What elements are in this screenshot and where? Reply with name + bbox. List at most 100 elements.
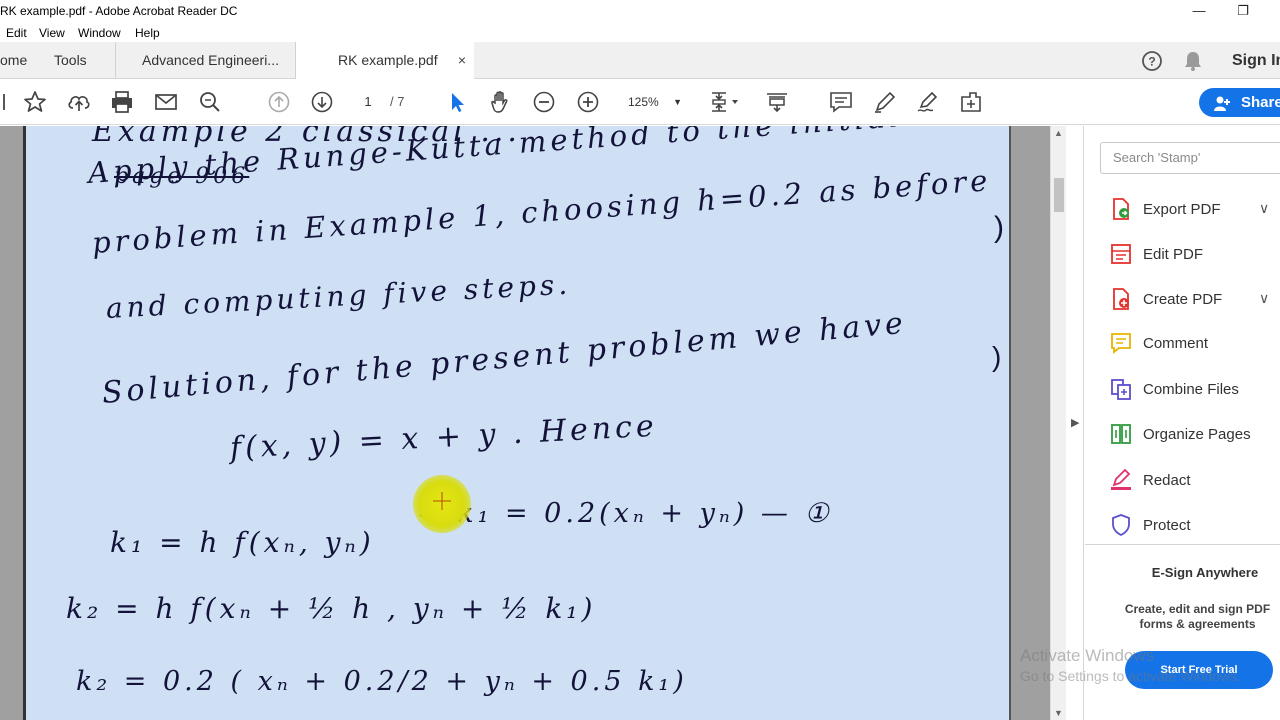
- zoom-out-icon[interactable]: [531, 89, 557, 115]
- window-title: RK example.pdf - Adobe Acrobat Reader DC: [0, 4, 238, 18]
- activation-watermark-subtitle: Go to Settings to activate Windows.: [1020, 668, 1241, 684]
- next-page-icon[interactable]: [309, 89, 335, 115]
- tools-search-input[interactable]: Search 'Stamp': [1100, 142, 1280, 174]
- edit-pdf-icon: [1109, 242, 1133, 266]
- sign-pen-icon[interactable]: [915, 89, 941, 115]
- scrollbar-thumb[interactable]: [1054, 178, 1064, 212]
- tab-doc1-label: Advanced Engineeri...: [142, 52, 279, 68]
- handwritten-line: k₁ = h f(xₙ, yₙ): [110, 526, 375, 559]
- email-icon[interactable]: [153, 89, 179, 115]
- protect-icon: [1109, 513, 1133, 537]
- star-icon[interactable]: [22, 89, 48, 115]
- comment-icon[interactable]: [828, 89, 854, 115]
- tool-organize-pages[interactable]: Organize Pages: [1085, 417, 1280, 453]
- page-number-input[interactable]: 1: [352, 90, 384, 114]
- title-bar: RK example.pdf - Adobe Acrobat Reader DC…: [0, 0, 1280, 24]
- pane-toggle[interactable]: ▶: [1066, 126, 1084, 720]
- zoom-level-value: 125%: [628, 95, 659, 109]
- search-icon[interactable]: [197, 89, 223, 115]
- share-label: Share: [1241, 94, 1280, 111]
- collapse-pane-icon[interactable]: ▶: [1071, 416, 1079, 429]
- handwritten-line: ⇒ k₁ = 0.2(xₙ + yₙ) — ①: [418, 498, 833, 529]
- menu-edit[interactable]: Edit: [6, 26, 27, 40]
- page-margin-mark: ): [992, 341, 1002, 372]
- vertical-scrollbar[interactable]: ▲ ▼: [1050, 126, 1066, 720]
- minimize-button[interactable]: —: [1176, 2, 1222, 22]
- tab-home-label: ome: [0, 52, 28, 68]
- previous-page-icon[interactable]: [266, 89, 292, 115]
- upload-cloud-icon[interactable]: [66, 89, 92, 115]
- bookmark-icon[interactable]: [0, 89, 12, 115]
- scroll-up-icon[interactable]: ▲: [1054, 128, 1063, 138]
- tools-more-icon[interactable]: [958, 89, 984, 115]
- tool-create-pdf[interactable]: Create PDF ∨: [1085, 282, 1280, 318]
- create-pdf-icon: [1109, 287, 1133, 311]
- page-margin-mark: ): [994, 211, 1004, 244]
- tab-tools-label: Tools: [54, 52, 87, 68]
- handwritten-line: and computing five steps.: [105, 267, 572, 325]
- print-icon[interactable]: [109, 89, 135, 115]
- esign-subtitle: Create, edit and sign PDF forms & agreem…: [1124, 602, 1271, 631]
- zoom-level-select[interactable]: 125% ▼: [618, 90, 690, 114]
- tool-protect[interactable]: Protect: [1085, 508, 1280, 544]
- pdf-page: Example 2 classical ... page 906 Apply t…: [23, 126, 1011, 720]
- tool-edit-pdf[interactable]: Edit PDF: [1085, 237, 1280, 273]
- tool-comment[interactable]: Comment: [1085, 326, 1280, 362]
- svg-text:?: ?: [1148, 55, 1155, 69]
- tool-combine-files[interactable]: Combine Files: [1085, 372, 1280, 408]
- add-user-icon: [1213, 94, 1231, 123]
- scroll-mode-icon[interactable]: [764, 89, 790, 115]
- combine-files-icon: [1109, 377, 1133, 401]
- highlight-pen-icon[interactable]: [872, 89, 898, 115]
- zoom-in-icon[interactable]: [575, 89, 601, 115]
- chevron-down-icon: ▼: [673, 97, 682, 107]
- tool-label: Protect: [1143, 517, 1191, 534]
- chevron-down-icon[interactable]: ∨: [1259, 290, 1269, 307]
- redact-icon: [1109, 468, 1133, 492]
- tool-label: Create PDF: [1143, 291, 1223, 308]
- tool-label: Organize Pages: [1143, 426, 1251, 443]
- tool-export-pdf[interactable]: Export PDF ∨: [1085, 192, 1280, 228]
- crosshair-cursor-icon: [432, 491, 452, 516]
- bell-icon[interactable]: [1183, 50, 1203, 77]
- tool-redact[interactable]: Redact: [1085, 463, 1280, 499]
- tab-rk-example[interactable]: RK example.pdf ×: [296, 42, 474, 80]
- tools-pane: Search 'Stamp' Export PDF ∨ Edit PDF Cre…: [1085, 126, 1280, 720]
- document-viewport[interactable]: Example 2 classical ... page 906 Apply t…: [0, 126, 1050, 720]
- esign-title: E-Sign Anywhere: [1151, 565, 1259, 580]
- export-pdf-icon: [1109, 197, 1133, 221]
- organize-pages-icon: [1109, 422, 1133, 446]
- toolbar: 1 / 7 125% ▼: [0, 79, 1280, 125]
- help-icon[interactable]: ?: [1141, 50, 1163, 77]
- handwritten-line: Solution, for the present problem we hav…: [100, 305, 909, 411]
- restore-button[interactable]: ❐: [1220, 2, 1266, 22]
- tool-label: Comment: [1143, 335, 1209, 352]
- hand-tool-icon[interactable]: [487, 89, 513, 115]
- menu-view[interactable]: View: [39, 26, 65, 40]
- tool-label: Combine Files: [1143, 381, 1239, 398]
- sign-in-link[interactable]: Sign In: [1232, 52, 1280, 70]
- page-total: / 7: [390, 94, 405, 109]
- pane-divider: [1085, 544, 1280, 545]
- handwritten-line: k₂ = h f(xₙ + ½ h , yₙ + ½ k₁): [66, 592, 597, 625]
- fit-page-icon[interactable]: [708, 89, 744, 115]
- menu-bar: Edit View Window Help: [0, 24, 1280, 42]
- tab-tools[interactable]: Tools: [54, 42, 116, 79]
- handwritten-line: f(x, y) = x + y . Hence: [229, 408, 659, 466]
- menu-help[interactable]: Help: [135, 26, 160, 40]
- tool-label: Edit PDF: [1143, 246, 1204, 263]
- close-tab-icon[interactable]: ×: [458, 42, 466, 79]
- activation-watermark-title: Activate Windows: [1020, 646, 1155, 665]
- comment-icon: [1109, 331, 1133, 355]
- tab-home[interactable]: ome: [0, 42, 40, 79]
- tool-label: Export PDF: [1143, 201, 1221, 218]
- handwritten-line: k₂ = 0.2 ( xₙ + 0.2/2 + yₙ + 0.5 k₁): [76, 666, 688, 697]
- chevron-down-icon[interactable]: ∨: [1259, 200, 1269, 217]
- search-placeholder: Search 'Stamp': [1113, 150, 1201, 165]
- select-cursor-icon[interactable]: [444, 89, 470, 115]
- share-button[interactable]: Share: [1199, 88, 1280, 117]
- tab-bar: ome Tools Advanced Engineeri... RK examp…: [0, 42, 1280, 80]
- tab-advanced-engineering[interactable]: Advanced Engineeri...: [116, 42, 296, 79]
- scroll-down-icon[interactable]: ▼: [1054, 708, 1063, 718]
- menu-window[interactable]: Window: [78, 26, 121, 40]
